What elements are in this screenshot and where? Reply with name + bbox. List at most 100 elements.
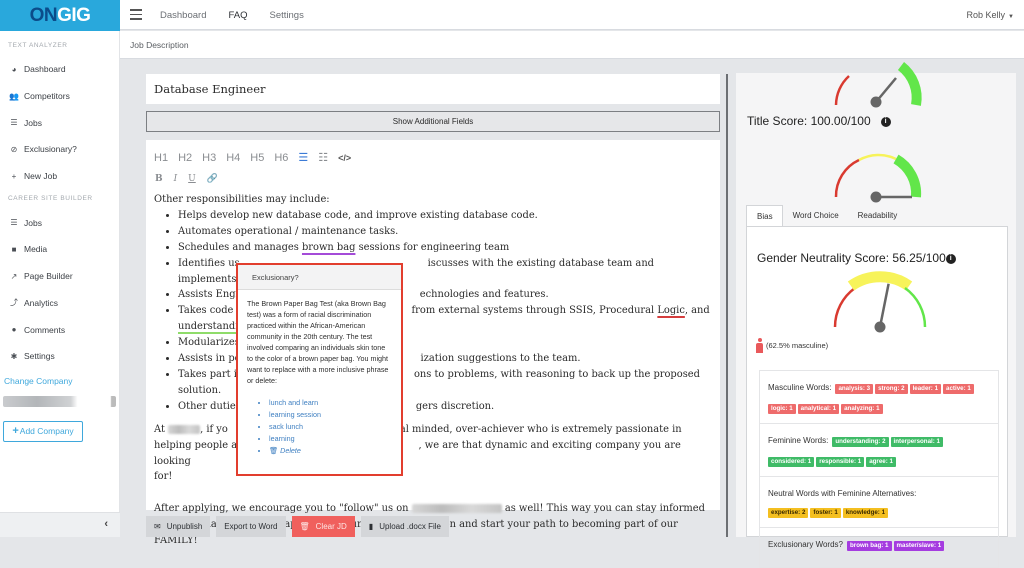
nav-faq[interactable]: FAQ bbox=[228, 10, 247, 21]
delete-suggestion[interactable]: 🗑 Delete bbox=[269, 445, 393, 457]
list-item: Helps develop new database code, and imp… bbox=[178, 208, 714, 224]
code-icon[interactable]: </> bbox=[338, 153, 351, 163]
job-description-editor[interactable]: H1 H2 H3 H4 H5 H6 ☰ ☷ </> B I U 🔗 Other … bbox=[146, 140, 720, 546]
gender-score-label: Gender Neutrality Score: 56.25/100 bbox=[757, 251, 946, 265]
tab-bias[interactable]: Bias bbox=[746, 205, 783, 227]
scrollbar[interactable] bbox=[726, 74, 728, 537]
list-icon: ☰ bbox=[10, 218, 18, 228]
upload-docx-button[interactable]: ▮ Upload .docx File bbox=[360, 516, 449, 537]
word-tag[interactable]: foster: 1 bbox=[810, 508, 841, 518]
text: echnologies and features. bbox=[419, 289, 549, 301]
collapse-sidebar-icon[interactable]: ‹ bbox=[104, 518, 108, 530]
sidebar-item-settings[interactable]: ✱ Settings bbox=[0, 343, 119, 370]
info-icon[interactable]: i bbox=[880, 116, 891, 127]
sidebar-item-dashboard[interactable]: ◕ Dashboard bbox=[0, 56, 119, 83]
text: , if yo bbox=[200, 423, 228, 435]
word-tag[interactable]: analysis: 3 bbox=[835, 384, 874, 394]
company-select[interactable] bbox=[3, 395, 116, 407]
word-list-row: Exclusionary Words? brown bag: 1 master/sl… bbox=[760, 528, 998, 567]
sidebar-item-jobs[interactable]: ☰ Jobs bbox=[0, 209, 119, 236]
tab-readability[interactable]: Readability bbox=[848, 205, 907, 227]
sidebar-item-page-builder[interactable]: ↗ Page Builder bbox=[0, 263, 119, 290]
flagged-word-logic[interactable]: Logic bbox=[657, 305, 685, 316]
sidebar-item-analytics[interactable]: ⤴ Analytics bbox=[0, 290, 119, 317]
sidebar-item-new-job[interactable]: + New Job bbox=[0, 163, 119, 190]
user-menu[interactable]: Rob Kelly ▼ bbox=[967, 10, 1014, 20]
italic-button[interactable]: I bbox=[174, 174, 178, 184]
sidebar-item-media[interactable]: ■ Media bbox=[0, 236, 119, 263]
gauge-red-arc bbox=[833, 286, 856, 328]
word-tag[interactable]: analytical: 1 bbox=[797, 404, 840, 414]
tab-word-choice[interactable]: Word Choice bbox=[783, 205, 848, 227]
text: for! bbox=[154, 471, 173, 483]
word-tag[interactable]: knowledge: 1 bbox=[842, 508, 889, 518]
word-tag[interactable]: agree: 1 bbox=[866, 457, 896, 467]
word-list-row: Masculine Words: analysis: 3 strong: 2 lead… bbox=[760, 371, 998, 424]
word-tag[interactable]: strong: 2 bbox=[875, 384, 908, 394]
h6-button[interactable]: H6 bbox=[274, 152, 288, 164]
sidebar-item-label: Settings bbox=[24, 351, 55, 362]
bold-button[interactable]: B bbox=[155, 174, 163, 184]
unpublish-button[interactable]: ✉ Unpublish bbox=[146, 516, 211, 537]
word-tag[interactable]: expertise: 2 bbox=[768, 508, 809, 518]
sidebar: TEXT ANALYZER ◕ Dashboard 👥 Competitors ☰ Job… bbox=[0, 31, 120, 537]
suggestion-item[interactable]: learning bbox=[269, 433, 393, 445]
hamburger-menu-icon[interactable] bbox=[130, 9, 142, 20]
flagged-word-understanding[interactable]: understandi bbox=[178, 321, 238, 332]
h3-button[interactable]: H3 bbox=[202, 152, 216, 164]
gauge-green-arc bbox=[897, 62, 922, 106]
underline-button[interactable]: U bbox=[188, 174, 196, 184]
word-tag[interactable]: analyzing: 1 bbox=[841, 404, 883, 414]
text: Assists in pe bbox=[178, 353, 241, 365]
dashboard-icon: ◕ bbox=[11, 64, 17, 74]
show-additional-fields-button[interactable]: Show Additional Fields bbox=[146, 111, 720, 132]
sidebar-item-competitors[interactable]: 👥 Competitors bbox=[0, 83, 119, 110]
upload-label: Upload .docx File bbox=[379, 522, 441, 531]
word-tag[interactable]: brown bag: 1 bbox=[847, 541, 892, 551]
add-company-button[interactable]: + Add Company bbox=[3, 420, 83, 442]
person-icon bbox=[756, 338, 763, 353]
word-tag[interactable]: master/slave: 1 bbox=[893, 541, 945, 551]
popover-title: Exclusionary? bbox=[238, 265, 401, 290]
sidebar-item-label: Comments bbox=[24, 324, 66, 335]
sidebar-item-jobs[interactable]: ☰ Jobs bbox=[0, 109, 119, 136]
text: , and bbox=[684, 305, 710, 317]
h1-button[interactable]: H1 bbox=[154, 152, 168, 164]
bullet-list-icon[interactable]: ☰ bbox=[298, 151, 308, 164]
trash-icon: 🗑 bbox=[269, 446, 279, 455]
text: from external systems through SSIS, Proc… bbox=[411, 305, 658, 317]
word-list-label: Exclusionary Words? bbox=[768, 540, 843, 549]
sidebar-item-exclusionary[interactable]: ⊘ Exclusionary? bbox=[0, 136, 119, 163]
text: helping people an bbox=[154, 439, 244, 451]
users-icon: 👥 bbox=[9, 91, 19, 101]
h4-button[interactable]: H4 bbox=[226, 152, 240, 164]
nav-dashboard[interactable]: Dashboard bbox=[160, 10, 206, 21]
link-icon[interactable]: 🔗 bbox=[207, 174, 218, 184]
text: Other duties bbox=[178, 400, 241, 412]
chart-icon: ⤴ bbox=[10, 298, 18, 308]
logo[interactable]: ON GIG bbox=[0, 0, 120, 31]
sidebar-item-comments[interactable]: ● Comments bbox=[0, 316, 119, 343]
word-tag[interactable]: interpersonal: 1 bbox=[890, 437, 943, 447]
suggestion-item[interactable]: lunch and learn bbox=[269, 397, 393, 409]
word-tag[interactable]: considered: 1 bbox=[768, 457, 815, 467]
word-tag[interactable]: logic: 1 bbox=[768, 404, 796, 414]
text: Takes code bbox=[178, 305, 237, 317]
word-tag[interactable]: active: 1 bbox=[943, 384, 974, 394]
job-title-input[interactable]: Database Engineer bbox=[146, 74, 720, 104]
word-tag[interactable]: understanding: 2 bbox=[832, 437, 889, 447]
word-tag[interactable]: responsible: 1 bbox=[816, 457, 865, 467]
h2-button[interactable]: H2 bbox=[178, 152, 192, 164]
change-company-link[interactable]: Change Company bbox=[0, 376, 119, 386]
h5-button[interactable]: H5 bbox=[250, 152, 264, 164]
export-word-button[interactable]: Export to Word bbox=[216, 516, 286, 537]
info-icon[interactable]: i bbox=[945, 253, 956, 264]
word-tag[interactable]: leader: 1 bbox=[909, 384, 942, 394]
clear-jd-button[interactable]: 🗑 Clear JD bbox=[291, 516, 355, 537]
suggestion-label: learning session bbox=[269, 410, 321, 419]
numbered-list-icon[interactable]: ☷ bbox=[318, 151, 328, 164]
flagged-word-brown-bag[interactable]: brown bag bbox=[302, 242, 355, 253]
nav-settings[interactable]: Settings bbox=[270, 10, 304, 21]
suggestion-item[interactable]: learning session bbox=[269, 409, 393, 421]
suggestion-item[interactable]: sack lunch bbox=[269, 421, 393, 433]
